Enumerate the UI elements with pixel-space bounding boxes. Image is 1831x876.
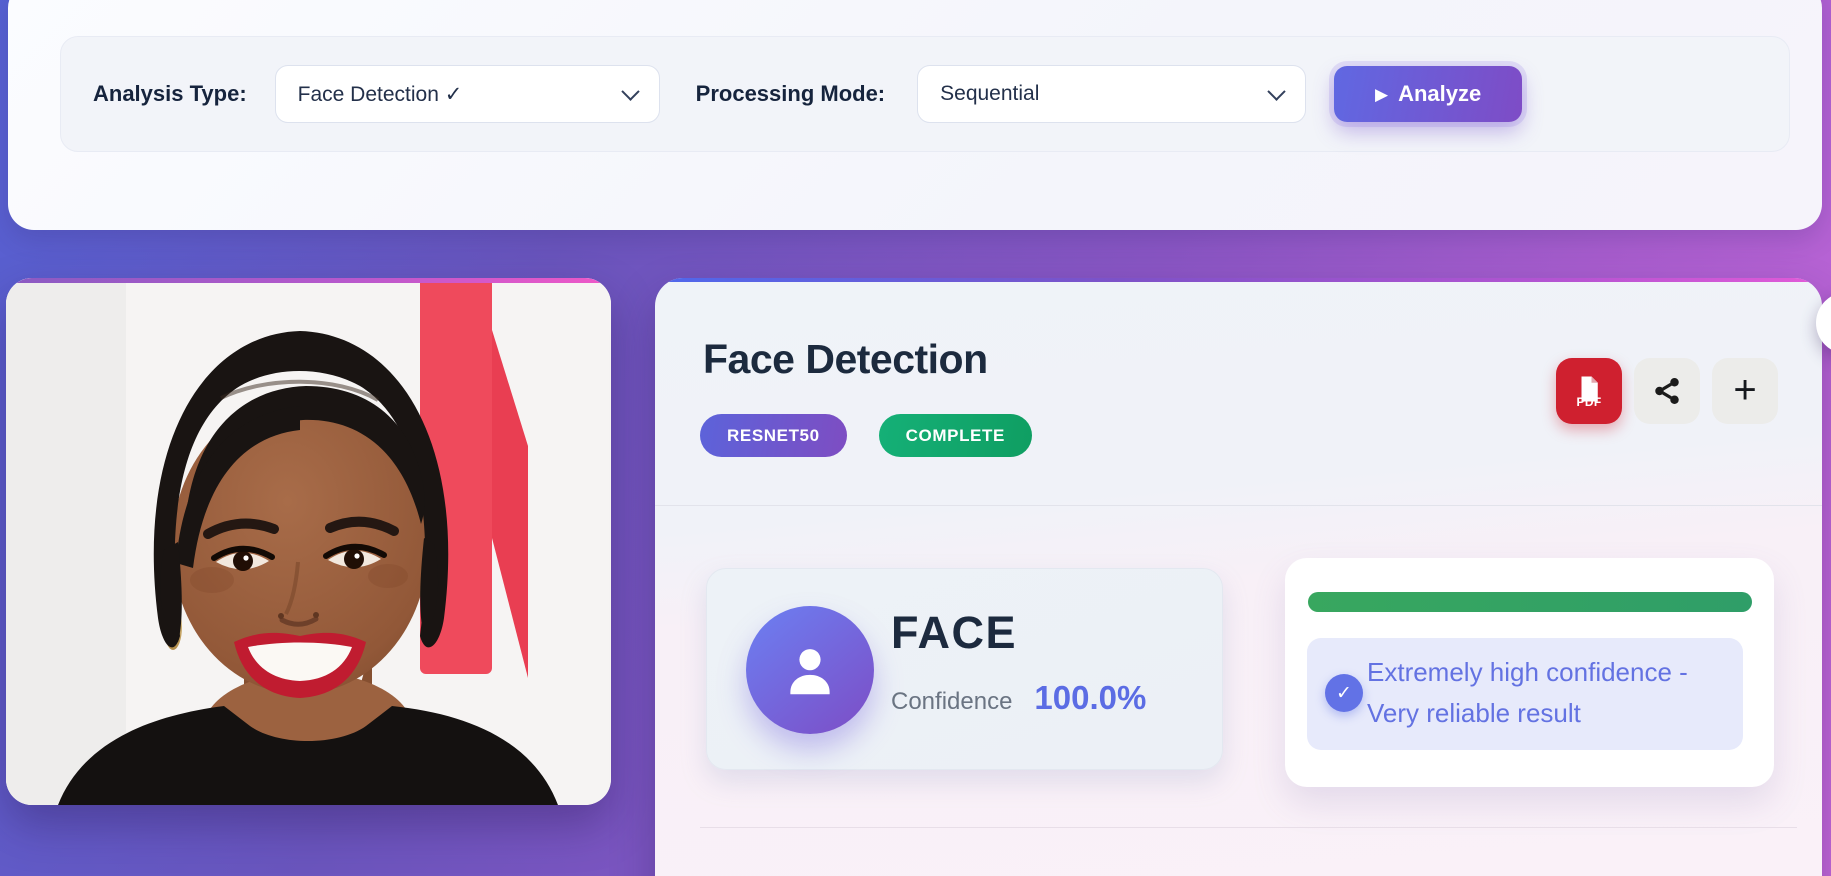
results-accent-strip — [655, 278, 1822, 282]
chevron-down-icon — [621, 82, 639, 100]
face-avatar — [746, 606, 874, 734]
export-pdf-button[interactable]: PDF — [1556, 358, 1622, 424]
processing-mode-label: Processing Mode: — [696, 81, 885, 107]
pdf-icon: PDF — [1574, 374, 1604, 409]
toolbar-panel: Analysis Type: Face Detection ✓ Processi… — [60, 36, 1790, 152]
portrait-photo — [6, 278, 611, 805]
plus-icon: + — [1733, 370, 1756, 410]
analyze-button[interactable]: ▶ Analyze — [1334, 66, 1522, 122]
add-button[interactable]: + — [1712, 358, 1778, 424]
detected-class-label: FACE — [891, 607, 1146, 659]
assessment-message-line1: Extremely high confidence - — [1367, 652, 1688, 693]
assessment-message: Extremely high confidence - Very reliabl… — [1367, 652, 1688, 734]
results-title: Face Detection — [703, 336, 988, 383]
detection-result-card: FACE Confidence 100.0% — [706, 568, 1223, 770]
toolbar-card: Analysis Type: Face Detection ✓ Processi… — [8, 0, 1822, 230]
action-buttons: PDF + — [1556, 358, 1778, 424]
photo-card-accent-strip — [6, 278, 611, 283]
detection-info: FACE Confidence 100.0% — [891, 607, 1146, 717]
play-icon: ▶ — [1375, 86, 1388, 103]
badge-row: RESNET50 COMPLETE — [700, 414, 1032, 457]
share-button[interactable] — [1634, 358, 1700, 424]
analysis-type-select[interactable]: Face Detection ✓ — [275, 65, 660, 123]
assessment-note: ✓ Extremely high confidence - Very relia… — [1307, 638, 1743, 750]
confidence-value: 100.0% — [1034, 679, 1146, 717]
app-page: Analysis Type: Face Detection ✓ Processi… — [0, 0, 1831, 876]
assessment-message-line2: Very reliable result — [1367, 693, 1688, 734]
processing-mode-select[interactable]: Sequential — [917, 65, 1306, 123]
confidence-progress-bar — [1308, 592, 1752, 612]
analysis-type-value: Face Detection ✓ — [298, 82, 463, 107]
person-icon — [779, 639, 841, 701]
confidence-row: Confidence 100.0% — [891, 679, 1146, 717]
analyzed-photo-card — [6, 278, 611, 805]
chevron-down-icon — [1267, 82, 1285, 100]
analysis-type-label: Analysis Type: — [93, 81, 247, 107]
model-badge: RESNET50 — [700, 414, 847, 457]
share-icon — [1652, 376, 1682, 406]
section-divider — [700, 827, 1797, 828]
check-icon: ✓ — [1325, 674, 1363, 712]
assessment-card: ✓ Extremely high confidence - Very relia… — [1285, 558, 1774, 787]
analyze-button-label: Analyze — [1398, 81, 1481, 107]
confidence-label: Confidence — [891, 688, 1012, 716]
status-badge: COMPLETE — [879, 414, 1032, 457]
processing-mode-value: Sequential — [940, 82, 1039, 106]
results-panel: Face Detection RESNET50 COMPLETE PDF — [655, 278, 1822, 876]
header-divider — [655, 505, 1822, 506]
